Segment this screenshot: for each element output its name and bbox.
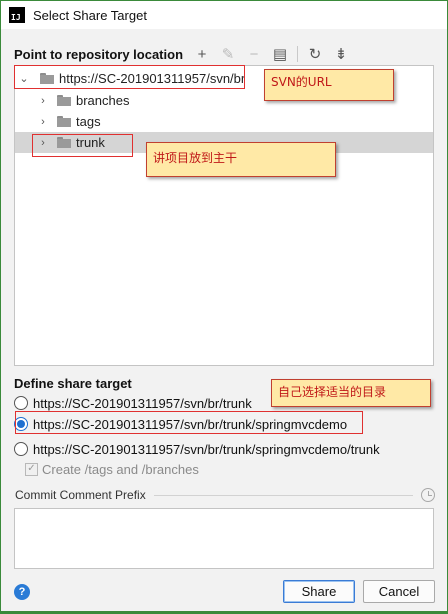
option-label: https://SC-201901311957/svn/br/trunk: [33, 395, 252, 411]
cancel-button[interactable]: Cancel: [363, 580, 435, 603]
create-dirs-label: Create /tags and /branches: [42, 461, 199, 477]
folder-icon: [57, 116, 71, 127]
repo-location-header: Point to repository location + ✎ − ▤ ↻ ⇟: [14, 45, 358, 63]
comment-prefix-label: Commit Comment Prefix: [15, 488, 146, 502]
share-target-option[interactable]: https://SC-201901311957/svn/br/trunk/spr…: [14, 439, 380, 459]
annotation-callout-url: SVN的URL: [264, 69, 394, 101]
annotation-highlight-trunk: [32, 134, 133, 157]
repository-tree[interactable]: ⌄ https://SC-201901311957/svn/br › branc…: [14, 65, 434, 366]
share-target-option[interactable]: https://SC-201901311957/svn/br/trunk: [14, 393, 252, 413]
tree-item-label: tags: [76, 114, 101, 129]
repo-location-label: Point to repository location: [14, 46, 184, 62]
add-icon[interactable]: +: [193, 45, 211, 63]
checkmark-icon[interactable]: ✓: [25, 462, 38, 476]
intellij-app-icon: IJ: [9, 7, 25, 23]
edit-icon[interactable]: ✎: [219, 45, 237, 63]
annotation-highlight-url: [14, 65, 245, 89]
chevron-right-icon[interactable]: ›: [37, 95, 49, 107]
comment-prefix-input[interactable]: [14, 508, 434, 569]
separator-line: [153, 494, 413, 496]
tree-item-label: branches: [76, 93, 130, 108]
comment-prefix-header: Commit Comment Prefix: [15, 488, 435, 502]
annotation-callout-target: 自己选择适当的目录: [271, 379, 431, 407]
create-dirs-checkbox-row[interactable]: ✓ Create /tags and /branches: [25, 460, 199, 478]
window-title: Select Share Target: [33, 7, 147, 23]
annotation-callout-trunk: 讲项目放到主干: [146, 142, 336, 177]
help-icon[interactable]: ?: [14, 584, 30, 600]
refresh-icon[interactable]: ↻: [306, 45, 324, 63]
share-button[interactable]: Share: [283, 580, 355, 603]
radio-button[interactable]: [14, 442, 28, 456]
option-label: https://SC-201901311957/svn/br/trunk/spr…: [33, 441, 380, 457]
tree-row-tags[interactable]: › tags: [15, 111, 433, 132]
history-clock-icon[interactable]: [421, 488, 435, 502]
share-target-label: Define share target: [14, 376, 132, 391]
collapse-icon[interactable]: ⇟: [332, 45, 350, 63]
dialog-window: IJ Select Share Target Point to reposito…: [0, 0, 448, 614]
toolbar-divider: [297, 46, 299, 62]
radio-button[interactable]: [14, 396, 28, 410]
title-bar[interactable]: IJ Select Share Target: [1, 1, 447, 29]
chevron-right-icon[interactable]: ›: [37, 116, 49, 128]
remove-icon[interactable]: −: [245, 45, 263, 63]
annotation-highlight-target: [15, 411, 363, 434]
browse-icon[interactable]: ▤: [271, 45, 289, 63]
folder-icon: [57, 95, 71, 106]
repo-toolbar: + ✎ − ▤ ↻ ⇟: [193, 45, 358, 63]
